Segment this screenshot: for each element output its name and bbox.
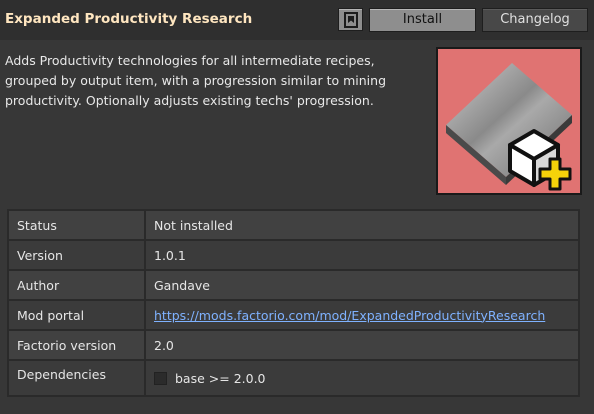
- dependency-checkbox: [154, 371, 167, 385]
- author-value: Gandave: [144, 269, 580, 301]
- mod-details-panel: Expanded Productivity Research Install C…: [0, 0, 594, 414]
- mod-portal-label: Mod portal: [7, 299, 146, 331]
- dependencies-label: Dependencies: [7, 359, 146, 397]
- table-row: Status Not installed: [7, 209, 580, 241]
- table-row: Dependencies base >= 2.0.0: [7, 359, 580, 397]
- changelog-button[interactable]: Changelog: [482, 8, 588, 32]
- table-row: Mod portal https://mods.factorio.com/mod…: [7, 299, 580, 331]
- author-label: Author: [7, 269, 146, 301]
- version-value: 1.0.1: [144, 239, 580, 271]
- steel-plate-with-productivity-module-icon: [446, 63, 572, 191]
- status-label: Status: [7, 209, 146, 241]
- mod-title: Expanded Productivity Research: [5, 11, 253, 27]
- mod-portal-link[interactable]: https://mods.factorio.com/mod/ExpandedPr…: [154, 308, 545, 323]
- mod-thumbnail: [436, 47, 582, 195]
- table-row: Version 1.0.1: [7, 239, 580, 271]
- factorio-version-label: Factorio version: [7, 329, 146, 361]
- dependency-text: base >= 2.0.0: [175, 370, 266, 386]
- mod-portal-cell: https://mods.factorio.com/mod/ExpandedPr…: [144, 299, 580, 331]
- factorio-version-value: 2.0: [144, 329, 580, 361]
- status-value: Not installed: [144, 209, 580, 241]
- version-label: Version: [7, 239, 146, 271]
- bookmark-button[interactable]: [338, 8, 363, 31]
- mod-title-bar: Expanded Productivity Research Install C…: [0, 0, 594, 40]
- table-row: Author Gandave: [7, 269, 580, 301]
- install-button[interactable]: Install: [369, 8, 476, 32]
- mod-description: Adds Productivity technologies for all i…: [5, 53, 387, 108]
- dependencies-value: base >= 2.0.0: [144, 359, 580, 397]
- mod-info-table: Status Not installed Version 1.0.1 Autho…: [7, 209, 580, 397]
- bookmark-icon: [344, 12, 358, 28]
- table-row: Factorio version 2.0: [7, 329, 580, 361]
